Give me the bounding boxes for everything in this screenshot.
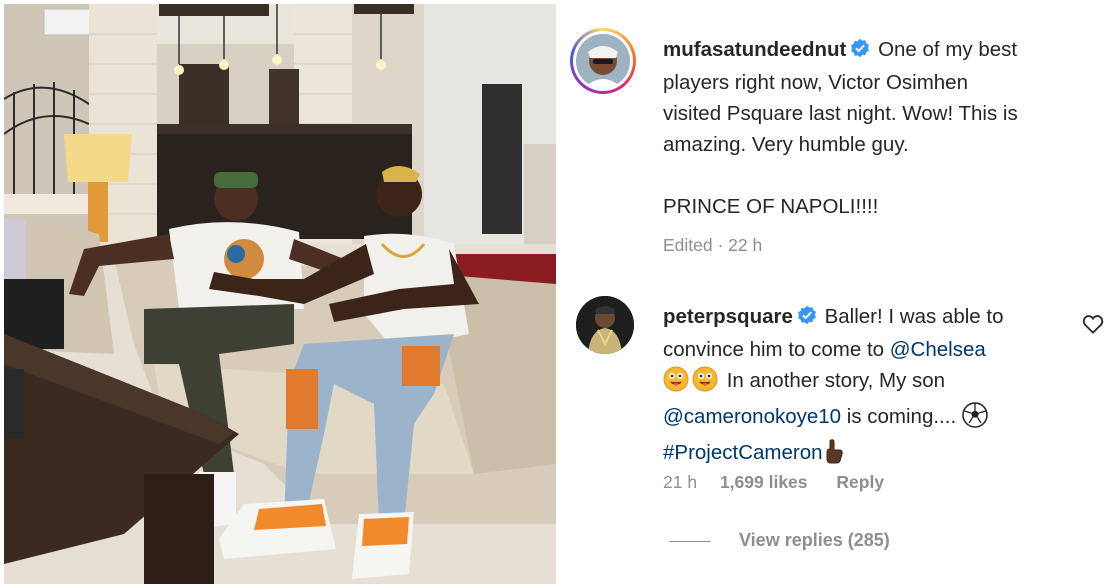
comments-panel: mufasatundeednut One of my best players … (560, 0, 1120, 588)
comment-2-text-1: Baller! I was able to (824, 305, 1004, 328)
comment-2-line-4: @cameronokoye10 is coming.... (663, 401, 1083, 437)
view-replies-button[interactable]: View replies (285) (739, 530, 890, 551)
comment-2-line-5: #ProjectCameron (663, 437, 1083, 473)
comment-1-line-3: visited Psquare last night. Wow! This is (663, 102, 1018, 125)
view-replies-divider (669, 541, 711, 542)
post-photo (4, 4, 556, 584)
photo-scene (4, 4, 556, 584)
avatar-mufasatundeednut[interactable] (570, 28, 636, 94)
heart-outline-icon[interactable] (1082, 314, 1104, 339)
comment-2-username[interactable]: peterpsquare (663, 305, 793, 328)
tongue-out-emoji-icon (692, 366, 718, 401)
mention-cameronokoye10[interactable]: @cameronokoye10 (663, 405, 841, 428)
comment-2-body: peterpsquare Baller! I was able to convi… (663, 301, 1083, 473)
comment-2-timestamp: 21 h (663, 472, 698, 492)
tongue-out-emoji-icon (663, 366, 689, 401)
comment-2-likes[interactable]: 1,699 likes (720, 472, 808, 492)
comment-1-username[interactable]: mufasatundeednut (663, 38, 846, 61)
comment-2-meta: 21 h 1,699 likes Reply (663, 472, 884, 493)
comment-2-line-2: convince him to come to @Chelsea (663, 334, 1083, 365)
avatar-photo (576, 34, 630, 88)
soccer-ball-emoji-icon (962, 402, 988, 437)
comment-1-body: mufasatundeednut One of my best players … (663, 34, 1083, 222)
verified-badge-icon (797, 303, 817, 334)
comment-1-timestamp: Edited · 22 h (663, 235, 763, 255)
comment-1-text-1: One of my best (878, 38, 1018, 61)
comment-2-line-3: In another story, My son (663, 365, 1083, 401)
reply-button[interactable]: Reply (836, 472, 884, 492)
mention-chelsea[interactable]: @Chelsea (890, 338, 986, 361)
comment-2-text-4: is coming.... (841, 405, 962, 428)
verified-badge-icon (850, 36, 870, 67)
pointing-finger-emoji-icon (823, 438, 845, 473)
comment-2-line-1: peterpsquare Baller! I was able to (663, 301, 1083, 334)
comment-1-line-1: mufasatundeednut One of my best (663, 34, 1083, 67)
comment-2-text-2: convince him to come to (663, 338, 890, 361)
comment-1-line-2: players right now, Victor Osimhen (663, 71, 968, 94)
avatar-peterpsquare[interactable] (576, 296, 634, 354)
comment-1-line-5: PRINCE OF NAPOLI!!!! (663, 195, 879, 218)
hashtag-projectcameron[interactable]: #ProjectCameron (663, 441, 823, 464)
comment-1-blank-line (663, 160, 1083, 191)
avatar-ring-inner (573, 31, 633, 91)
comment-2-text-3: In another story, My son (726, 369, 946, 392)
comment-1-line-4: amazing. Very humble guy. (663, 133, 909, 156)
